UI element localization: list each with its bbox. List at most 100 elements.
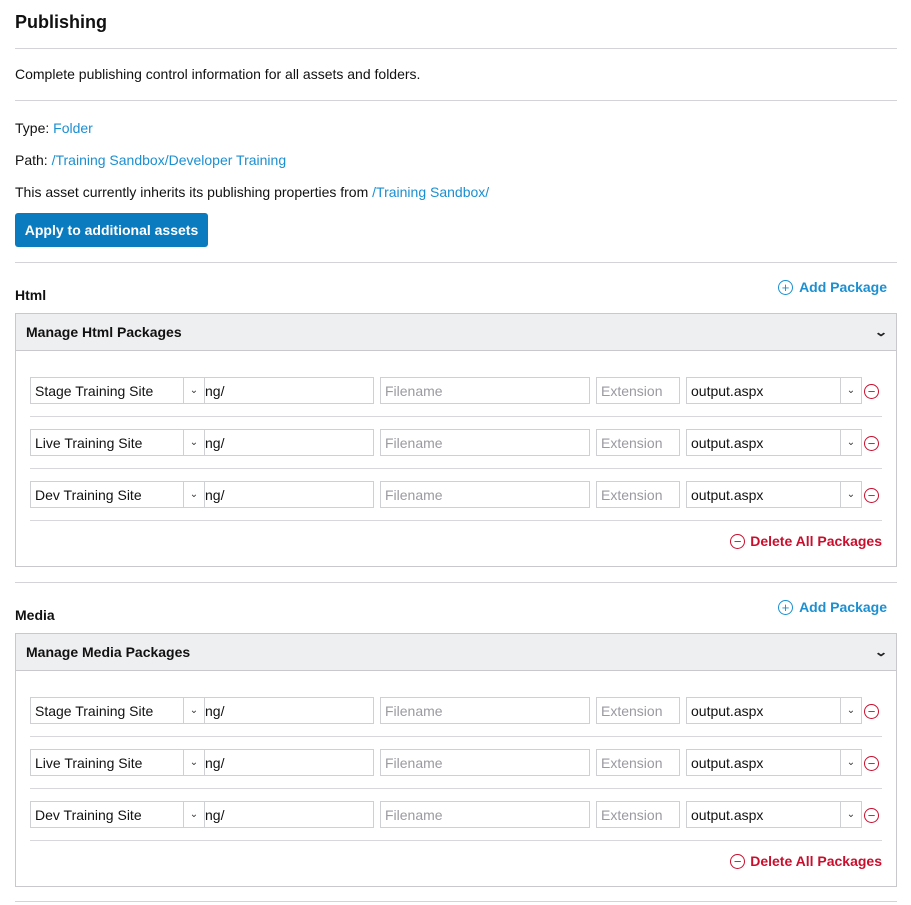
path-input[interactable]: ng/ — [205, 749, 374, 776]
output-select[interactable]: output.aspx ⌄ — [686, 697, 862, 724]
html-panel-header[interactable]: Manage Html Packages ⌄ — [16, 314, 896, 351]
plus-circle-icon: + — [778, 599, 794, 615]
path-label: Path: — [15, 152, 48, 168]
chevron-down-icon[interactable]: ⌄ — [874, 645, 888, 659]
extension-input[interactable]: Extension — [596, 749, 680, 776]
select-arrow-icon: ⌄ — [840, 378, 861, 403]
site-select[interactable]: Live Training Site ⌄ — [30, 749, 205, 776]
path-line: Path: /Training Sandbox/Developer Traini… — [15, 152, 286, 168]
filename-input[interactable]: Filename — [380, 801, 590, 828]
page-title: Publishing — [15, 12, 107, 32]
inherit-link[interactable]: /Training Sandbox/ — [372, 184, 489, 200]
type-link[interactable]: Folder — [53, 120, 93, 136]
output-value: output.aspx — [691, 382, 764, 399]
output-select[interactable]: output.aspx ⌄ — [686, 481, 862, 508]
site-value: Live Training Site — [35, 434, 143, 451]
filename-input[interactable]: Filename — [380, 749, 590, 776]
filename-input[interactable]: Filename — [380, 429, 590, 456]
site-value: Live Training Site — [35, 754, 143, 771]
delete-all-label: Delete All Packages — [750, 853, 882, 869]
divider — [15, 48, 897, 49]
package-row: Stage Training Site ⌄ ng/ Filename Extens… — [30, 685, 882, 737]
divider — [15, 262, 897, 263]
extension-input[interactable]: Extension — [596, 801, 680, 828]
site-value: Stage Training Site — [35, 702, 154, 719]
minus-circle-icon: − — [730, 533, 746, 549]
package-row: Stage Training Site ⌄ ng/ Filename Extens… — [30, 365, 882, 417]
site-select[interactable]: Stage Training Site ⌄ — [30, 697, 205, 724]
select-arrow-icon: ⌄ — [840, 802, 861, 827]
select-arrow-icon: ⌄ — [183, 482, 204, 507]
extension-input[interactable]: Extension — [596, 697, 680, 724]
select-arrow-icon: ⌄ — [840, 482, 861, 507]
minus-circle-icon: − — [864, 488, 879, 503]
chevron-down-icon[interactable]: ⌄ — [874, 325, 888, 339]
remove-package-button[interactable]: − — [864, 383, 879, 399]
minus-circle-icon: − — [864, 808, 879, 823]
path-input[interactable]: ng/ — [205, 377, 374, 404]
path-link[interactable]: /Training Sandbox/Developer Training — [52, 152, 287, 168]
path-input[interactable]: ng/ — [205, 429, 374, 456]
extension-input[interactable]: Extension — [596, 377, 680, 404]
site-select[interactable]: Stage Training Site ⌄ — [30, 377, 205, 404]
remove-package-button[interactable]: − — [864, 703, 879, 719]
path-input[interactable]: ng/ — [205, 697, 374, 724]
type-label: Type: — [15, 120, 50, 136]
site-select[interactable]: Dev Training Site ⌄ — [30, 801, 205, 828]
select-arrow-icon: ⌄ — [183, 750, 204, 775]
add-package-label: Add Package — [799, 279, 887, 295]
add-html-package-button[interactable]: + Add Package — [778, 279, 887, 295]
remove-package-button[interactable]: − — [864, 755, 879, 771]
inherit-text: This asset currently inherits its publis… — [15, 184, 369, 200]
type-line: Type: Folder — [15, 120, 93, 136]
divider — [15, 582, 897, 583]
output-value: output.aspx — [691, 434, 764, 451]
remove-package-button[interactable]: − — [864, 487, 879, 503]
select-arrow-icon: ⌄ — [183, 698, 204, 723]
section-label-html: Html — [15, 287, 47, 303]
add-package-label: Add Package — [799, 599, 887, 615]
minus-circle-icon: − — [730, 853, 746, 869]
page-description: Complete publishing control information … — [15, 66, 421, 82]
add-media-package-button[interactable]: + Add Package — [778, 599, 887, 615]
extension-input[interactable]: Extension — [596, 429, 680, 456]
output-select[interactable]: output.aspx ⌄ — [686, 377, 862, 404]
select-arrow-icon: ⌄ — [840, 430, 861, 455]
select-arrow-icon: ⌄ — [840, 698, 861, 723]
package-row: Live Training Site ⌄ ng/ Filename Extensi… — [30, 737, 882, 789]
select-arrow-icon: ⌄ — [183, 802, 204, 827]
divider — [15, 901, 897, 902]
package-row: Live Training Site ⌄ ng/ Filename Extensi… — [30, 417, 882, 469]
output-select[interactable]: output.aspx ⌄ — [686, 801, 862, 828]
section-label-media: Media — [15, 607, 55, 623]
extension-input[interactable]: Extension — [596, 481, 680, 508]
select-arrow-icon: ⌄ — [183, 430, 204, 455]
output-select[interactable]: output.aspx ⌄ — [686, 429, 862, 456]
filename-input[interactable]: Filename — [380, 481, 590, 508]
package-row: Dev Training Site ⌄ ng/ Filename Extensio… — [30, 469, 882, 521]
output-select[interactable]: output.aspx ⌄ — [686, 749, 862, 776]
filename-input[interactable]: Filename — [380, 697, 590, 724]
delete-all-media-packages-button[interactable]: − Delete All Packages — [730, 853, 882, 869]
site-select[interactable]: Dev Training Site ⌄ — [30, 481, 205, 508]
media-panel-header[interactable]: Manage Media Packages ⌄ — [16, 634, 896, 671]
delete-all-html-packages-button[interactable]: − Delete All Packages — [730, 533, 882, 549]
site-select[interactable]: Live Training Site ⌄ — [30, 429, 205, 456]
remove-package-button[interactable]: − — [864, 435, 879, 451]
inherit-line: This asset currently inherits its publis… — [15, 184, 489, 200]
minus-circle-icon: − — [864, 436, 879, 451]
output-value: output.aspx — [691, 486, 764, 503]
select-arrow-icon: ⌄ — [183, 378, 204, 403]
path-input[interactable]: ng/ — [205, 801, 374, 828]
output-value: output.aspx — [691, 702, 764, 719]
media-packages-panel: Manage Media Packages ⌄ Stage Training S… — [15, 633, 897, 887]
site-value: Dev Training Site — [35, 486, 142, 503]
filename-input[interactable]: Filename — [380, 377, 590, 404]
remove-package-button[interactable]: − — [864, 807, 879, 823]
panel-title: Manage Html Packages — [26, 324, 182, 340]
path-input[interactable]: ng/ — [205, 481, 374, 508]
html-packages-panel: Manage Html Packages ⌄ Stage Training Si… — [15, 313, 897, 567]
panel-title: Manage Media Packages — [26, 644, 191, 660]
apply-to-additional-assets-button[interactable]: Apply to additional assets — [15, 213, 208, 247]
minus-circle-icon: − — [864, 704, 879, 719]
